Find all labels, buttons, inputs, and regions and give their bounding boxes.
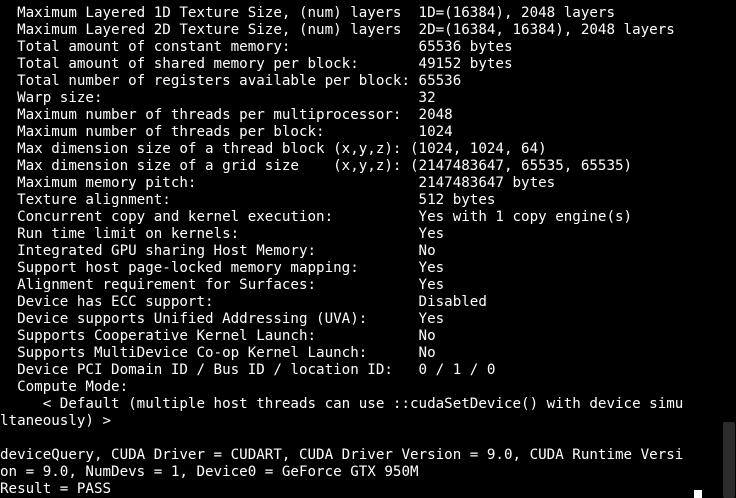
terminal-line: < Default (multiple host threads can use… [0,396,684,412]
terminal-line: Supports Cooperative Kernel Launch: No [0,328,436,344]
terminal-line: Compute Mode: [0,379,129,395]
terminal-line: Result = PASS [0,481,112,497]
terminal-line: Device supports Unified Addressing (UVA)… [0,311,445,327]
terminal-line: Maximum number of threads per multiproce… [0,107,453,123]
terminal-line: Maximum memory pitch: 2147483647 bytes [0,175,556,191]
terminal-line: Support host page-locked memory mapping:… [0,260,445,276]
terminal-line: Maximum number of threads per block: 102… [0,124,453,140]
terminal-line: Maximum Layered 2D Texture Size, (num) l… [0,22,675,38]
terminal-line: Integrated GPU sharing Host Memory: No [0,243,436,259]
terminal-line: Device PCI Domain ID / Bus ID / location… [0,362,496,378]
terminal-line: Total amount of shared memory per block:… [0,56,513,72]
terminal-line: Total amount of constant memory: 65536 b… [0,39,513,55]
terminal-line: deviceQuery, CUDA Driver = CUDART, CUDA … [0,447,684,463]
terminal-line: Run time limit on kernels: Yes [0,226,445,242]
terminal-line: Max dimension size of a grid size (x,y,z… [0,158,633,174]
terminal-cursor [694,490,702,498]
terminal-line: Max dimension size of a thread block (x,… [0,141,547,157]
terminal-line: Alignment requirement for Surfaces: Yes [0,277,445,293]
terminal-line: Device has ECC support: Disabled [0,294,487,310]
terminal-line: Concurrent copy and kernel execution: Ye… [0,209,633,225]
terminal-line: Total number of registers available per … [0,73,462,89]
terminal-output[interactable]: Maximum Layered 1D Texture Size, (num) l… [0,0,722,498]
terminal-line: ltaneously) > [0,413,112,429]
terminal-scrollbar[interactable] [722,0,736,498]
terminal-line: Maximum Layered 1D Texture Size, (num) l… [0,5,615,21]
scrollbar-thumb[interactable] [723,422,735,498]
terminal-line: Warp size: 32 [0,90,436,106]
terminal-line: on = 9.0, NumDevs = 1, Device0 = GeForce… [0,464,419,480]
terminal-line: Texture alignment: 512 bytes [0,192,496,208]
terminal-line: Supports MultiDevice Co-op Kernel Launch… [0,345,436,361]
